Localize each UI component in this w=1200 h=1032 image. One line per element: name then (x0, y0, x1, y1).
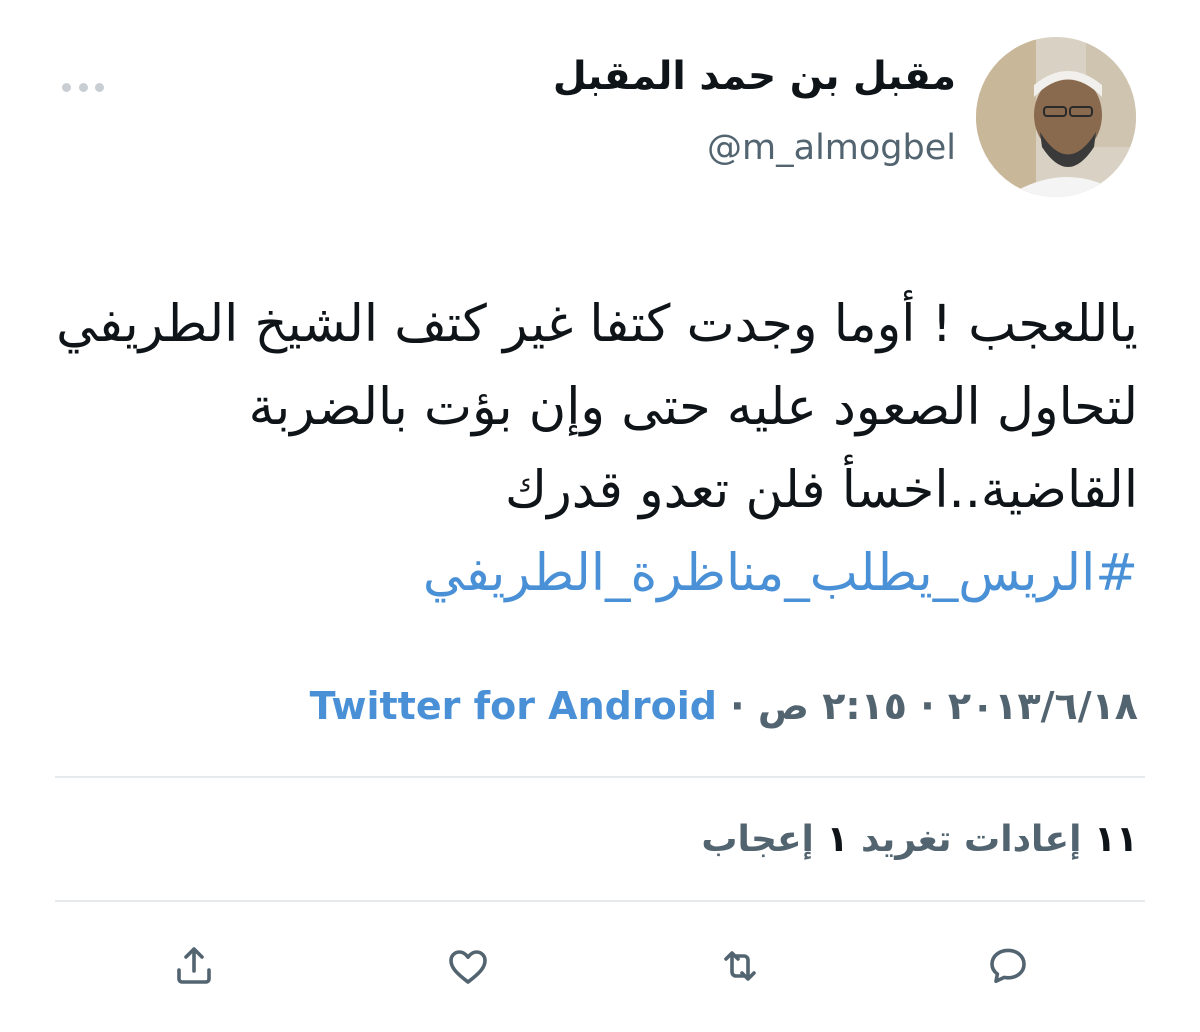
meta-separator: · (730, 684, 745, 728)
retweet-button[interactable] (712, 938, 768, 994)
retweets-label: إعادات تغريد (860, 819, 1082, 860)
like-button[interactable] (440, 938, 496, 994)
more-dot (62, 82, 71, 92)
author-handle[interactable]: @m_almogbel (707, 126, 956, 172)
avatar-photo (976, 37, 1136, 197)
retweets-stat[interactable]: ١١ إعادات تغريد (861, 819, 1138, 860)
avatar[interactable] (976, 37, 1136, 197)
reply-button[interactable] (980, 938, 1036, 994)
more-dot (95, 82, 104, 92)
author-name[interactable]: مقبل بن حمد المقبل (553, 52, 956, 103)
likes-stat[interactable]: ١ إعجاب (701, 819, 848, 860)
more-options-icon[interactable] (62, 72, 104, 102)
tweet-detail: مقبل بن حمد المقبل @m_almogbel ياللعجب !… (0, 0, 1200, 1032)
divider (55, 900, 1145, 902)
tweet-time[interactable]: ٢:١٥ ص (758, 684, 907, 728)
tweet-text: ياللعجب ! أوما وجدت كتفا غير كتف الشيخ ا… (48, 283, 1138, 615)
tweet-meta: ٢٠١٣/٦/١٨ · ٢:١٥ ص · Twitter for Android (310, 680, 1138, 733)
likes-label: إعجاب (701, 819, 814, 860)
share-button[interactable] (166, 938, 222, 994)
reply-icon (990, 948, 1026, 983)
meta-separator: · (920, 684, 935, 728)
tweet-stats: ١١ إعادات تغريد ١ إعجاب (701, 815, 1138, 865)
divider (55, 776, 1145, 778)
hashtag-link[interactable]: #الريس_يطلب_مناظرة_الطريفي (423, 544, 1138, 603)
retweets-count: ١١ (1094, 819, 1138, 860)
tweet-source-link[interactable]: Twitter for Android (310, 684, 717, 728)
tweet-date[interactable]: ٢٠١٣/٦/١٨ (948, 684, 1138, 728)
more-dot (78, 82, 88, 92)
retweet-icon (724, 951, 756, 981)
tweet-body: ياللعجب ! أوما وجدت كتفا غير كتف الشيخ ا… (56, 295, 1138, 520)
heart-icon (449, 950, 487, 984)
share-icon (177, 947, 211, 984)
likes-count: ١ (826, 819, 849, 860)
